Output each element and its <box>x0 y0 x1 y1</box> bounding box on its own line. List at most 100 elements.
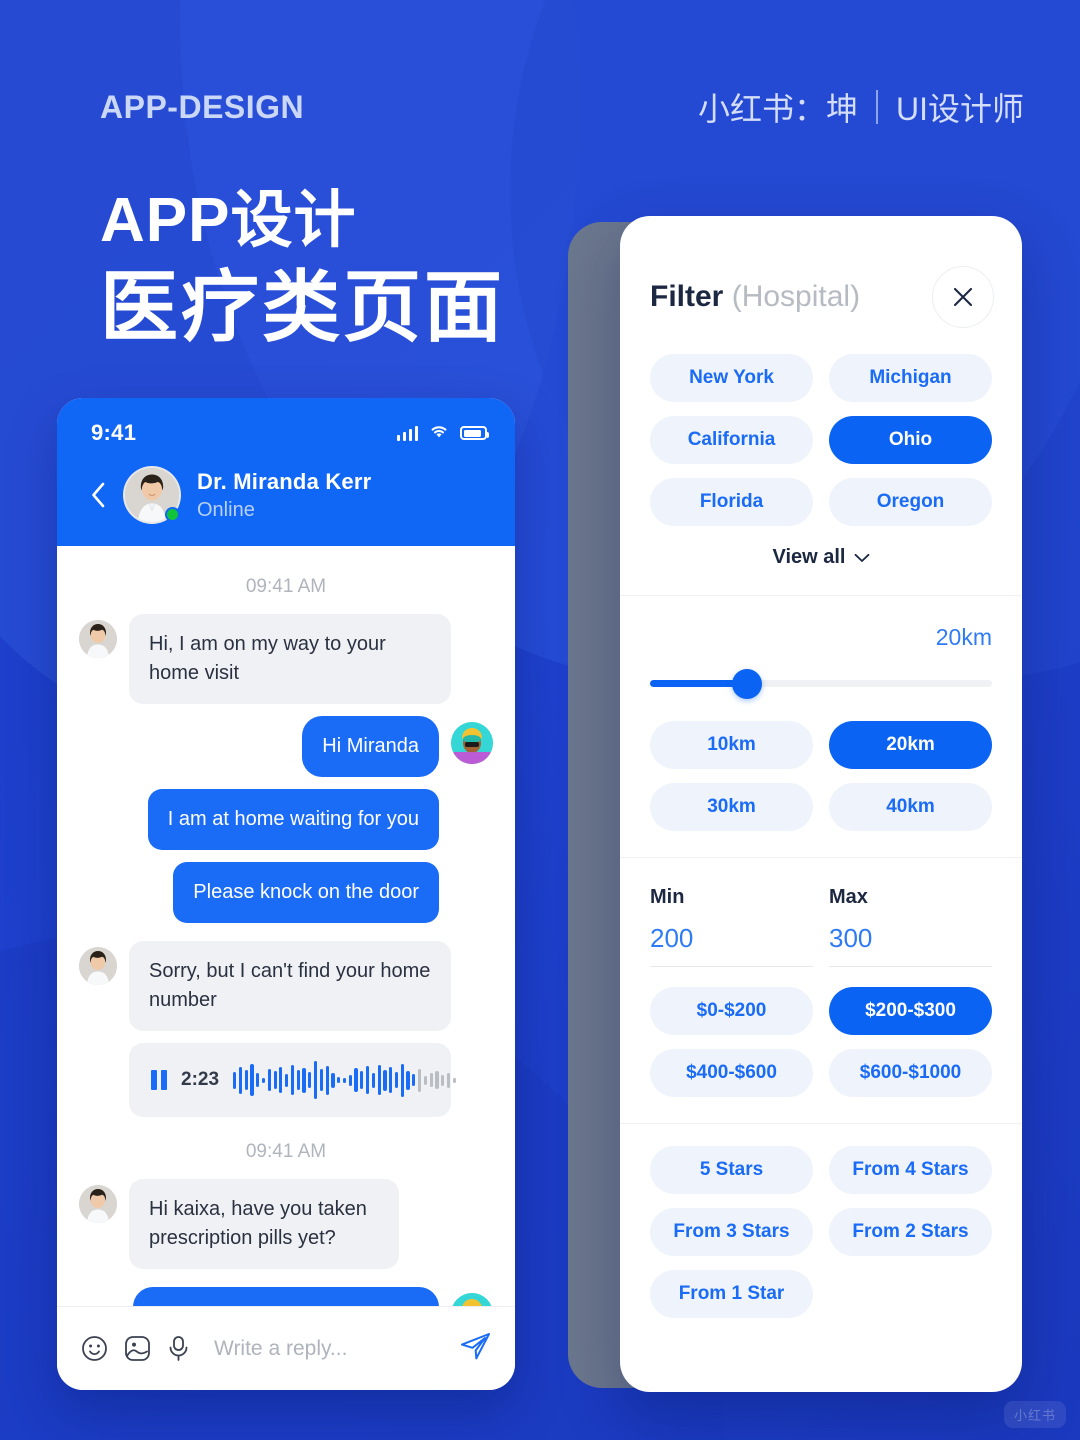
filter-header: Filter (Hospital) <box>620 216 1022 328</box>
rating-chip-grid: 5 Stars From 4 Stars From 3 Stars From 2… <box>650 1146 992 1318</box>
price-max-label: Max <box>829 886 868 908</box>
chevron-left-icon[interactable] <box>81 481 115 509</box>
message-row-outgoing: I am at home waiting for you <box>79 789 493 850</box>
wifi-icon <box>428 423 450 444</box>
message-row-outgoing: I have already taken medicine <box>79 1287 493 1306</box>
headline-line-2: 医疗类页面 <box>100 263 506 352</box>
price-max-field[interactable]: Max 300 <box>829 886 992 967</box>
smiley-icon[interactable] <box>81 1335 108 1362</box>
filter-section-price: Min 200 Max 300 $0-$200 $200-$300 $400-$… <box>620 886 1022 1097</box>
location-chip-selected[interactable]: Ohio <box>829 416 992 464</box>
credit-author: 小红书：坤 <box>697 91 858 127</box>
location-chip-grid: New York Michigan California Ohio Florid… <box>650 354 992 526</box>
message-timestamp: 09:41 AM <box>245 1141 327 1162</box>
view-all-label: View all <box>772 546 846 568</box>
distance-chip[interactable]: 30km <box>650 783 813 831</box>
filter-title: Filter (Hospital) <box>650 280 860 314</box>
rating-chip[interactable]: 5 Stars <box>650 1146 813 1194</box>
doctor-avatar-small <box>79 947 117 985</box>
credit-block: 小红书：坤 UI设计师 <box>698 84 1024 130</box>
message-bubble: Hi Miranda <box>302 716 439 777</box>
chat-message-list[interactable]: 09:41 AM Hi, I am on my way to your home… <box>57 546 515 1306</box>
price-chip-selected[interactable]: $200-$300 <box>829 987 992 1035</box>
view-all-button[interactable]: View all <box>650 546 992 569</box>
signal-icon <box>396 425 418 441</box>
price-min-underline <box>650 966 813 967</box>
price-chip[interactable]: $400-$600 <box>650 1049 813 1097</box>
price-range-inputs: Min 200 Max 300 <box>650 886 992 967</box>
price-chip[interactable]: $600-$1000 <box>829 1049 992 1097</box>
chat-contact-row[interactable]: Dr. Miranda Kerr Online <box>77 466 495 524</box>
location-chip[interactable]: California <box>650 416 813 464</box>
distance-chip-selected[interactable]: 20km <box>829 721 992 769</box>
filter-section-distance: 20km 10km 20km 30km 40km <box>620 624 1022 831</box>
message-row-incoming: Sorry, but I can't find your home number <box>79 941 493 1031</box>
distance-slider[interactable] <box>650 663 992 703</box>
chevron-down-icon <box>854 546 870 569</box>
location-chip[interactable]: Oregon <box>829 478 992 526</box>
chat-contact-meta: Dr. Miranda Kerr Online <box>197 469 371 522</box>
message-row-incoming: Hi, I am on my way to your home visit <box>79 614 493 704</box>
message-bubble: Sorry, but I can't find your home number <box>129 941 451 1031</box>
filter-title-sub: (Hospital) <box>731 280 861 313</box>
distance-chip-grid: 10km 20km 30km 40km <box>650 721 992 831</box>
voice-duration: 2:23 <box>181 1069 220 1090</box>
price-chip[interactable]: $0-$200 <box>650 987 813 1035</box>
slider-thumb[interactable] <box>731 669 762 699</box>
doctor-avatar-small <box>79 1185 117 1223</box>
section-divider <box>620 595 1022 596</box>
message-bubble: I am at home waiting for you <box>147 789 439 850</box>
online-status-dot <box>165 507 180 522</box>
voice-message[interactable]: 2:23 <box>129 1043 456 1117</box>
location-chip[interactable]: Michigan <box>829 354 992 402</box>
pause-icon[interactable] <box>151 1070 167 1090</box>
filter-panel: Filter (Hospital) New York Michigan Cali… <box>620 216 1022 1392</box>
user-avatar-small <box>451 1293 493 1306</box>
chat-input-bar[interactable]: Write a reply... <box>57 1306 515 1390</box>
price-min-field[interactable]: Min 200 <box>650 886 813 967</box>
credit-divider <box>875 90 878 124</box>
poster-top-bar: APP-DESIGN 小红书：坤 UI设计师 <box>0 84 1080 130</box>
price-max-value[interactable]: 300 <box>829 923 992 954</box>
location-chip[interactable]: New York <box>650 354 813 402</box>
rating-chip[interactable]: From 1 Star <box>650 1270 813 1318</box>
price-min-value[interactable]: 200 <box>650 923 813 954</box>
doctor-avatar[interactable] <box>123 466 181 524</box>
rating-chip[interactable]: From 2 Stars <box>829 1208 992 1256</box>
status-time: 9:41 <box>91 420 137 445</box>
voice-waveform <box>233 1059 456 1101</box>
message-bubble: Please knock on the door <box>173 862 439 923</box>
reply-input[interactable]: Write a reply... <box>214 1337 443 1361</box>
app-design-label: APP-DESIGN <box>100 88 305 125</box>
microphone-icon[interactable] <box>167 1335 190 1362</box>
price-min-label: Min <box>650 886 685 908</box>
rating-chip[interactable]: From 3 Stars <box>650 1208 813 1256</box>
chat-phone-mockup: 9:41 Dr. Miranda Kerr Online 09:41 AM Hi… <box>57 398 515 1390</box>
section-divider <box>620 857 1022 858</box>
headline-line-1: APP设计 <box>100 186 357 255</box>
distance-chip[interactable]: 10km <box>650 721 813 769</box>
message-bubble: I have already taken medicine <box>133 1287 439 1306</box>
doctor-avatar-small <box>79 620 117 658</box>
rating-chip[interactable]: From 4 Stars <box>829 1146 992 1194</box>
send-icon[interactable] <box>459 1331 491 1366</box>
chat-header: 9:41 Dr. Miranda Kerr Online <box>57 398 515 546</box>
contact-status: Online <box>197 498 255 521</box>
message-bubble: Hi, I am on my way to your home visit <box>129 614 451 704</box>
price-chip-grid: $0-$200 $200-$300 $400-$600 $600-$1000 <box>650 987 992 1097</box>
section-divider <box>620 1123 1022 1124</box>
filter-section-location: New York Michigan California Ohio Florid… <box>620 354 1022 569</box>
message-row-outgoing: Hi Miranda <box>79 716 493 777</box>
poster-headline: APP设计 医疗类页面 <box>100 188 505 349</box>
distance-value-label: 20km <box>935 624 992 650</box>
close-icon[interactable] <box>932 266 994 328</box>
watermark: 小红书 <box>1003 1401 1066 1428</box>
user-avatar-small <box>451 722 493 764</box>
message-timestamp: 09:41 AM <box>245 576 327 597</box>
location-chip[interactable]: Florida <box>650 478 813 526</box>
price-max-underline <box>829 966 992 967</box>
message-row-incoming: Hi kaixa, have you taken prescription pi… <box>79 1179 493 1269</box>
distance-chip[interactable]: 40km <box>829 783 992 831</box>
image-icon[interactable] <box>124 1335 151 1362</box>
message-bubble: Hi kaixa, have you taken prescription pi… <box>129 1179 399 1269</box>
